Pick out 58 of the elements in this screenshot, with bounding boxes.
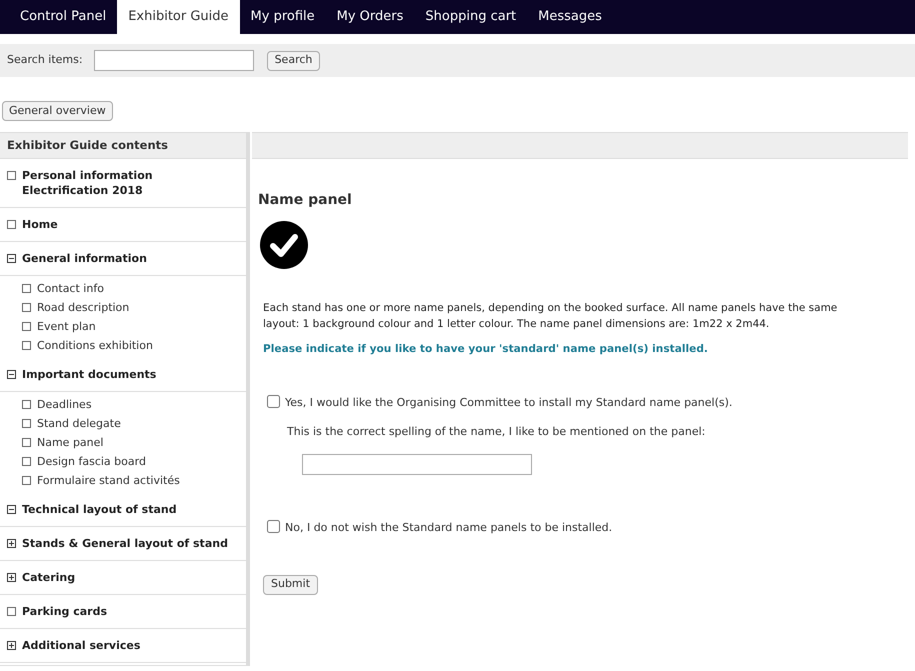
checkmark-icon (260, 221, 308, 270)
sidebar-subitem[interactable]: Name panel (37, 434, 104, 451)
checkbox[interactable] (267, 395, 280, 408)
minus-box-icon[interactable] (7, 505, 16, 514)
sidebar-subitem[interactable]: Event plan (37, 318, 96, 335)
sidebar-subitem[interactable]: Conditions exhibition (37, 338, 153, 354)
nav-tab[interactable]: My profile (240, 0, 326, 34)
field-label: This is the correct spelling of the name, I like to be mentioned on the panel: (287, 424, 706, 440)
checkbox[interactable] (267, 520, 280, 534)
general-overview-button[interactable]: General overview (2, 101, 113, 122)
page-title: Name panel (258, 191, 353, 210)
square-icon (7, 220, 16, 230)
plus-box-icon[interactable] (7, 641, 16, 650)
sidebar-item[interactable]: Parking cards (22, 604, 108, 620)
sidebar-item[interactable]: Additional services (22, 638, 140, 654)
sidebar-subitem[interactable]: Design fascia board (37, 454, 146, 470)
sidebar-subitem[interactable]: Stand delegate (37, 416, 121, 432)
nav-tab[interactable]: My Orders (326, 0, 414, 34)
sidebar-item[interactable]: Catering (22, 570, 76, 586)
instruction-text: Please indicate if you like to have your 'standard' name panel(s) installed. (263, 342, 709, 358)
sidebar-subitem[interactable]: Formulaire stand activités (37, 472, 180, 489)
sidebar-item[interactable]: Home (22, 217, 58, 232)
sidebar-item[interactable]: Important documents (22, 367, 156, 382)
sidebar-item[interactable]: Technical layout of stand (22, 502, 177, 518)
nav-tab[interactable]: Shopping cart (414, 0, 528, 34)
search-button[interactable]: Search (266, 50, 320, 70)
option-label: Yes, I would like the Organising Committee to install my Standard name panel(s). (285, 395, 732, 412)
search-label: Search items: (7, 52, 83, 68)
name-input-field[interactable] (302, 454, 532, 476)
square-icon (22, 341, 31, 350)
description-text: Each stand has one or more name panels, depending on the booked surface. All name panels have the same layout: 1 background colour and 1 letter colour. The name panel dimensions are: 1m22 x 2m44. (263, 301, 838, 332)
plus-box-icon[interactable] (7, 539, 16, 548)
sidebar-heading: Exhibitor Guide contents (0, 132, 246, 160)
sidebar-subitem[interactable]: Deadlines (37, 396, 92, 413)
square-icon (22, 284, 31, 294)
square-icon (7, 607, 16, 616)
square-icon (22, 476, 31, 486)
sidebar-subitem[interactable]: Road description (37, 300, 130, 316)
square-icon (22, 303, 31, 312)
submit-button[interactable]: Submit (263, 574, 318, 595)
option-label: No, I do not wish the Standard name panels to be installed. (285, 520, 612, 536)
sidebar-item[interactable]: Stands & General layout of stand (22, 536, 228, 552)
sidebar-item[interactable]: Personal information Electrification 2018 (22, 168, 162, 198)
nav-tab[interactable]: Messages (527, 0, 613, 34)
nav-tab[interactable]: Exhibitor Guide (117, 0, 240, 34)
square-icon (22, 457, 31, 466)
search-field[interactable] (94, 50, 254, 71)
square-icon (22, 419, 31, 428)
nav-tab[interactable]: Control Panel (9, 0, 118, 34)
sidebar-subitem[interactable]: Contact info (37, 280, 104, 297)
plus-box-icon[interactable] (7, 573, 16, 582)
sidebar-item[interactable]: General information (22, 251, 147, 266)
square-icon (22, 322, 31, 332)
square-icon (7, 171, 16, 180)
square-icon (22, 438, 31, 448)
minus-box-icon[interactable] (7, 254, 16, 264)
minus-box-icon[interactable] (7, 370, 16, 380)
square-icon (22, 400, 31, 410)
